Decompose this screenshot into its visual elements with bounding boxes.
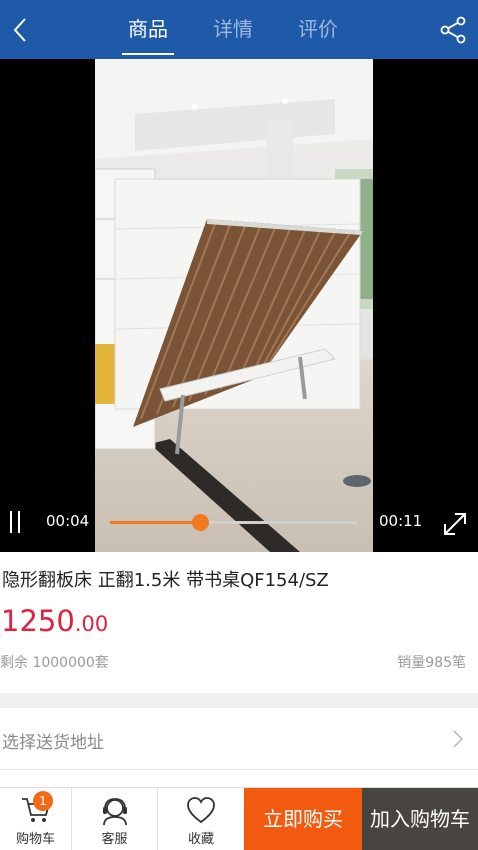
buy-now-button[interactable]: 立即购买	[244, 788, 362, 850]
fullscreen-button[interactable]	[440, 509, 470, 539]
cart-badge: 1	[33, 791, 53, 811]
tab-reviews[interactable]: 评价	[278, 0, 358, 59]
price-decimal: .00	[74, 612, 109, 636]
product-title: 隐形翻板床 正翻1.5米 带书桌QF154/SZ	[2, 570, 329, 591]
row-divider	[0, 769, 478, 770]
product-video[interactable]: 00:04 00:11	[0, 59, 478, 552]
video-frame-image	[95, 59, 373, 552]
stock-remaining: 剩余 1000000套	[0, 655, 109, 671]
heart-icon	[187, 797, 215, 824]
total-time: 00:11	[379, 512, 423, 530]
section-divider	[0, 693, 478, 708]
chevron-right-icon	[453, 730, 463, 748]
chevron-left-icon	[13, 17, 26, 42]
top-nav-bar: 商品 详情 评价	[0, 0, 478, 59]
product-page: 商品 详情 评价 00:04 00:11 隐形翻板床 正翻1.5米 带书桌QF1…	[0, 0, 478, 850]
video-progress-fill	[110, 521, 200, 524]
share-button[interactable]	[428, 0, 478, 59]
customer-service-label: 客服	[101, 832, 128, 847]
delivery-address-row[interactable]: 选择送货地址	[0, 708, 478, 770]
video-progress-bar[interactable]	[110, 514, 357, 531]
sales-count: 销量985笔	[397, 655, 466, 671]
back-button[interactable]	[0, 0, 40, 59]
tab-details[interactable]: 详情	[193, 0, 273, 59]
cart-button[interactable]: 1 购物车	[0, 788, 72, 850]
product-price: 1250.00	[1, 604, 108, 638]
pause-icon	[10, 511, 12, 533]
cart-label: 购物车	[15, 832, 55, 847]
pause-button[interactable]	[8, 511, 22, 533]
price-integer: 1250	[1, 604, 75, 638]
favorite-label: 收藏	[187, 832, 214, 847]
tab-product[interactable]: 商品	[108, 0, 188, 59]
add-to-cart-button[interactable]: 加入购物车	[362, 788, 478, 850]
current-time: 00:04	[46, 512, 90, 530]
delivery-address-label: 选择送货地址	[2, 733, 104, 753]
customer-service-button[interactable]: 客服	[72, 788, 158, 850]
video-progress-handle[interactable]	[191, 514, 209, 531]
fullscreen-icon	[444, 513, 466, 535]
video-controls: 00:04 00:11	[0, 497, 478, 552]
customer-service-icon	[102, 798, 127, 826]
bottom-action-bar: 1 购物车 客服 收藏 立即购买 加入购物车	[0, 787, 478, 850]
favorite-button[interactable]: 收藏	[158, 788, 244, 850]
share-icon	[440, 16, 466, 43]
